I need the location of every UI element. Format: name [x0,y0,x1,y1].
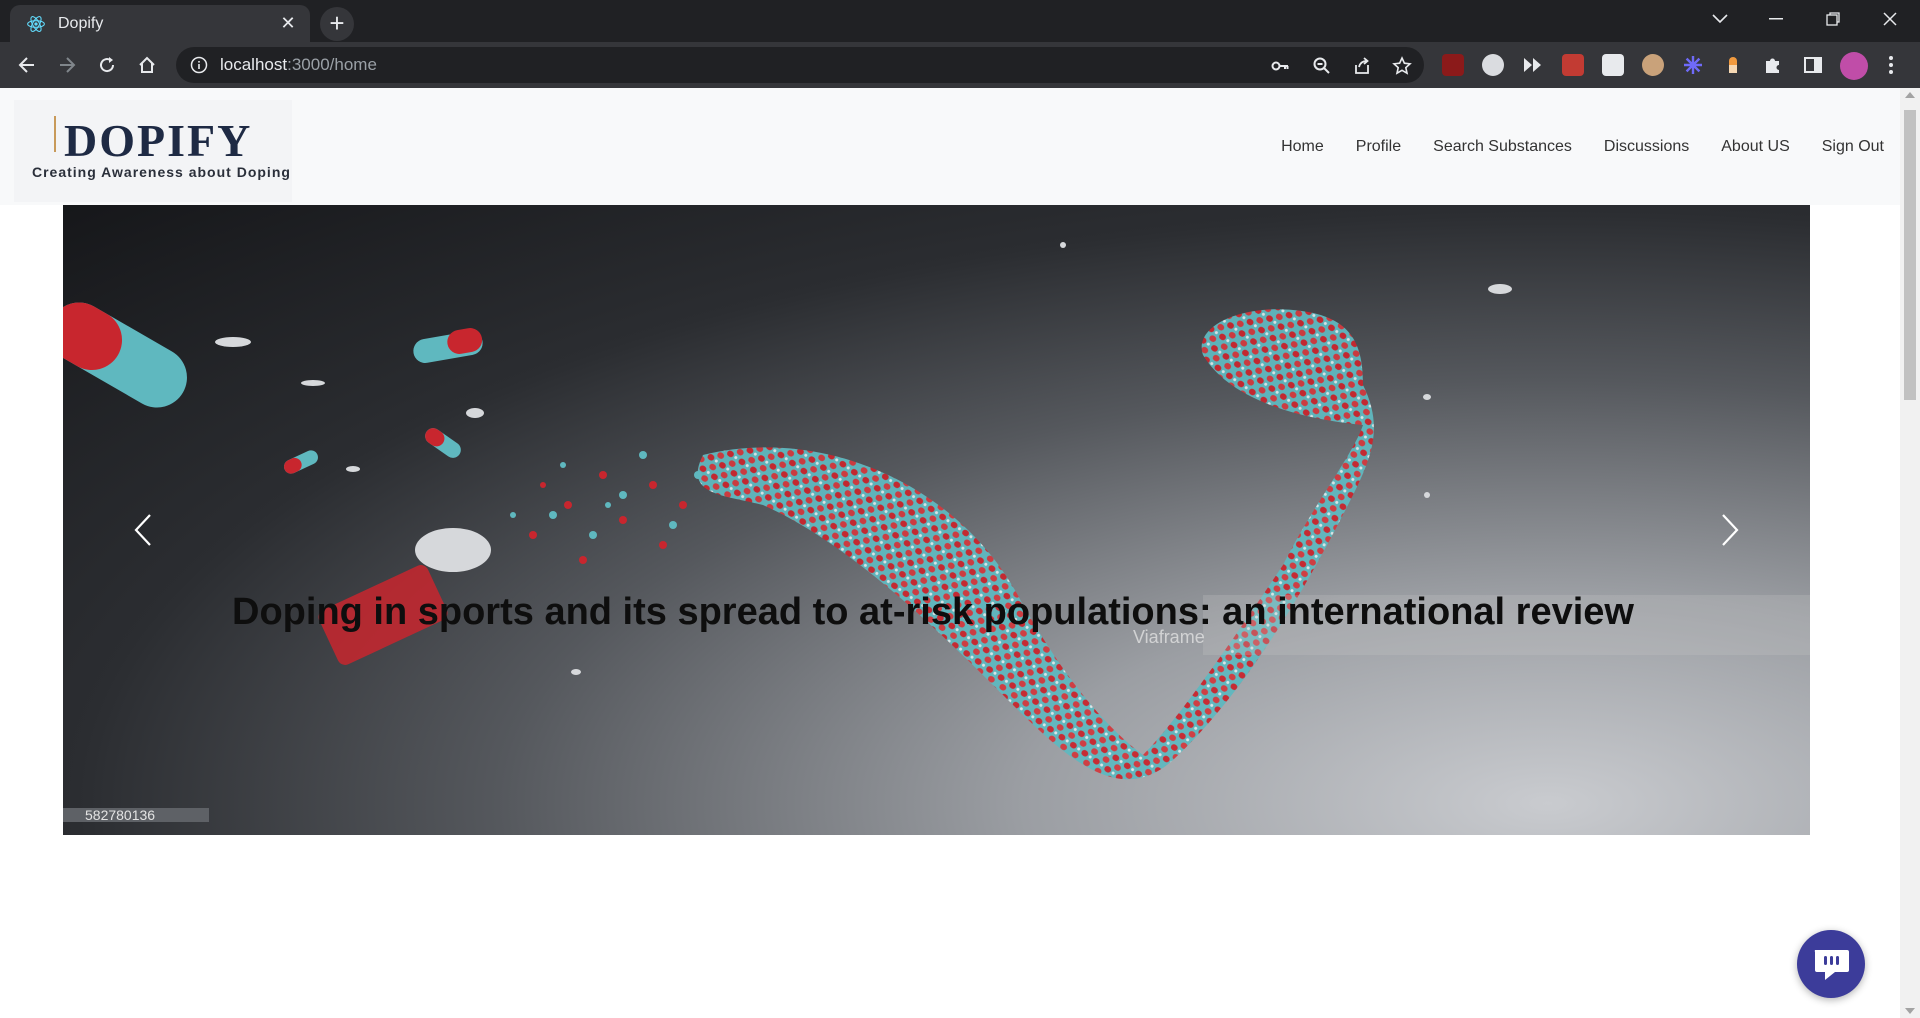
side-panel-icon[interactable] [1802,54,1824,76]
restore-icon[interactable] [1807,0,1859,38]
nav-discussions[interactable]: Discussions [1588,138,1705,156]
page-scrollbar[interactable] [1900,88,1920,1018]
nav-search-substances[interactable]: Search Substances [1417,138,1588,156]
site-logo[interactable]: DOPIFY Creating Awareness about Doping [14,100,292,202]
puzzle-extension-icon[interactable] [1762,54,1784,76]
zoom-icon[interactable] [1312,56,1332,76]
arrow-right-icon[interactable] [51,49,83,81]
nav-home[interactable]: Home [1265,138,1340,156]
menu-dots-icon[interactable] [1880,54,1902,76]
logo-name: DOPIFY [64,115,253,166]
url-text: localhost:3000/home [220,55,377,74]
nav-about-us[interactable]: About US [1705,138,1805,156]
new-tab-button[interactable]: + [320,7,354,41]
tab-title: Dopify [58,14,104,32]
scroll-down-icon[interactable] [1905,1008,1915,1014]
main-nav: Home Profile Search Substances Discussio… [1265,138,1900,156]
nav-sign-out[interactable]: Sign Out [1806,138,1900,156]
share-icon[interactable] [1352,56,1372,76]
ublock-extension-icon[interactable] [1442,54,1464,76]
fast-forward-extension-icon[interactable] [1522,54,1544,76]
image-stock-id: 582780136 [63,808,209,822]
face-extension-icon[interactable] [1642,54,1664,76]
info-icon[interactable] [190,56,208,74]
tab-search-icon[interactable] [1694,0,1746,38]
logo-accent-bar [54,116,56,152]
gift-extension-icon[interactable] [1562,54,1584,76]
logo-tagline: Creating Awareness about Doping [32,164,291,180]
key-icon[interactable] [1270,56,1290,76]
chevron-right-icon[interactable] [1705,495,1755,565]
home-icon[interactable] [131,49,163,81]
star-icon[interactable] [1392,56,1412,76]
ghost-extension-icon[interactable] [1482,54,1504,76]
browser-tab[interactable]: Dopify ✕ [10,5,310,42]
browser-toolbar: localhost:3000/home [0,42,1920,88]
nav-profile[interactable]: Profile [1340,138,1417,156]
reload-icon[interactable] [91,49,123,81]
close-window-icon[interactable] [1864,0,1916,38]
carousel-caption: Doping in sports and its spread to at-ri… [232,591,1634,633]
tab-close-icon[interactable]: ✕ [278,13,298,34]
capsule-extension-icon[interactable] [1722,54,1744,76]
scrollbar-thumb[interactable] [1904,110,1916,400]
b-extension-icon[interactable] [1602,54,1624,76]
chat-button[interactable] [1797,930,1865,998]
arrow-left-icon[interactable] [11,49,43,81]
react-atom-icon [27,15,45,32]
scroll-up-icon[interactable] [1905,92,1915,98]
browser-tabstrip: Dopify ✕ + [0,0,1920,42]
chevron-left-icon[interactable] [118,495,168,565]
profile-avatar[interactable] [1840,52,1868,80]
web-page: DOPIFY Creating Awareness about Doping H… [0,88,1900,1018]
asterisk-extension-icon[interactable] [1682,54,1704,76]
hero-image [63,242,1512,780]
chat-bubble-icon [1814,950,1849,980]
hero-carousel: Viaframe Doping in sports and its spread… [63,205,1810,835]
address-bar[interactable]: localhost:3000/home [176,47,1424,83]
site-header: DOPIFY Creating Awareness about Doping H… [0,88,1900,205]
minimize-icon[interactable] [1750,0,1802,38]
